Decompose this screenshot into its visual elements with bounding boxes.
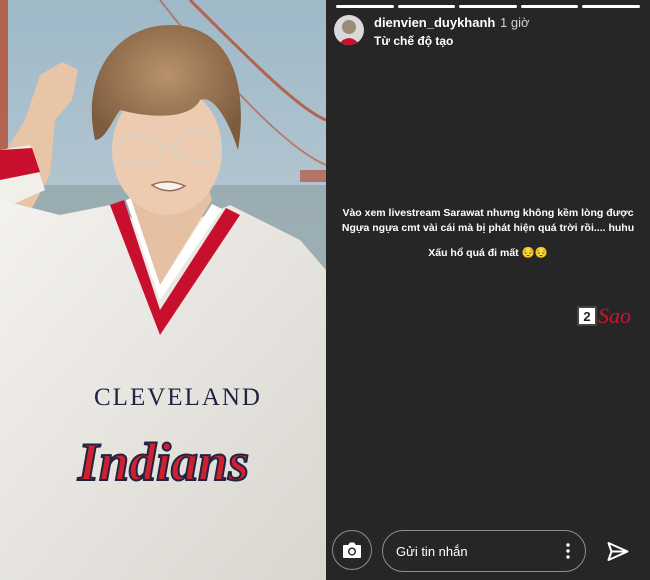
- camera-icon: [343, 542, 361, 558]
- progress-segment: [336, 5, 394, 8]
- progress-segment: [582, 5, 640, 8]
- story-viewer: dienvien_duykhanh 1 giờ Từ chế độ tạo Và…: [326, 0, 650, 580]
- indians-logo: Indians: [77, 432, 249, 492]
- watermark-text: Sao: [598, 303, 631, 328]
- story-reply-bar: Gửi tin nhắn: [326, 527, 650, 577]
- progress-segment: [459, 5, 517, 8]
- more-vertical-icon[interactable]: [566, 543, 570, 559]
- story-subtitle: Từ chế độ tạo: [374, 34, 454, 48]
- avatar[interactable]: [334, 15, 364, 45]
- story-username[interactable]: dienvien_duykhanh: [374, 15, 495, 30]
- story-header: dienvien_duykhanh 1 giờ Từ chế độ tạo: [334, 13, 642, 49]
- progress-segment: [520, 5, 579, 8]
- photo-panel: CLEVELAND Indians: [0, 0, 326, 580]
- camera-button[interactable]: [332, 530, 372, 570]
- message-input[interactable]: Gửi tin nhắn: [382, 530, 586, 572]
- shirt-wordmark: CLEVELAND: [94, 384, 262, 411]
- story-caption-line-2: Ngựa ngựa cmt vài cái mà bị phát hiện qu…: [341, 222, 635, 234]
- story-caption-line-3: Xấu hổ quá đi mất 😔😔: [428, 247, 548, 259]
- story-timestamp: 1 giờ: [500, 15, 530, 30]
- portrait-photo: CLEVELAND Indians: [0, 0, 326, 580]
- story-caption-line-1: Vào xem livestream Sarawat nhưng không k…: [342, 207, 634, 219]
- progress-segment: [397, 5, 456, 8]
- 2sao-watermark: 2 Sao: [577, 302, 631, 330]
- story-progress-bar: [336, 5, 640, 8]
- send-icon[interactable]: [606, 540, 630, 564]
- watermark-number: 2: [577, 306, 597, 326]
- message-placeholder: Gửi tin nhắn: [396, 544, 468, 559]
